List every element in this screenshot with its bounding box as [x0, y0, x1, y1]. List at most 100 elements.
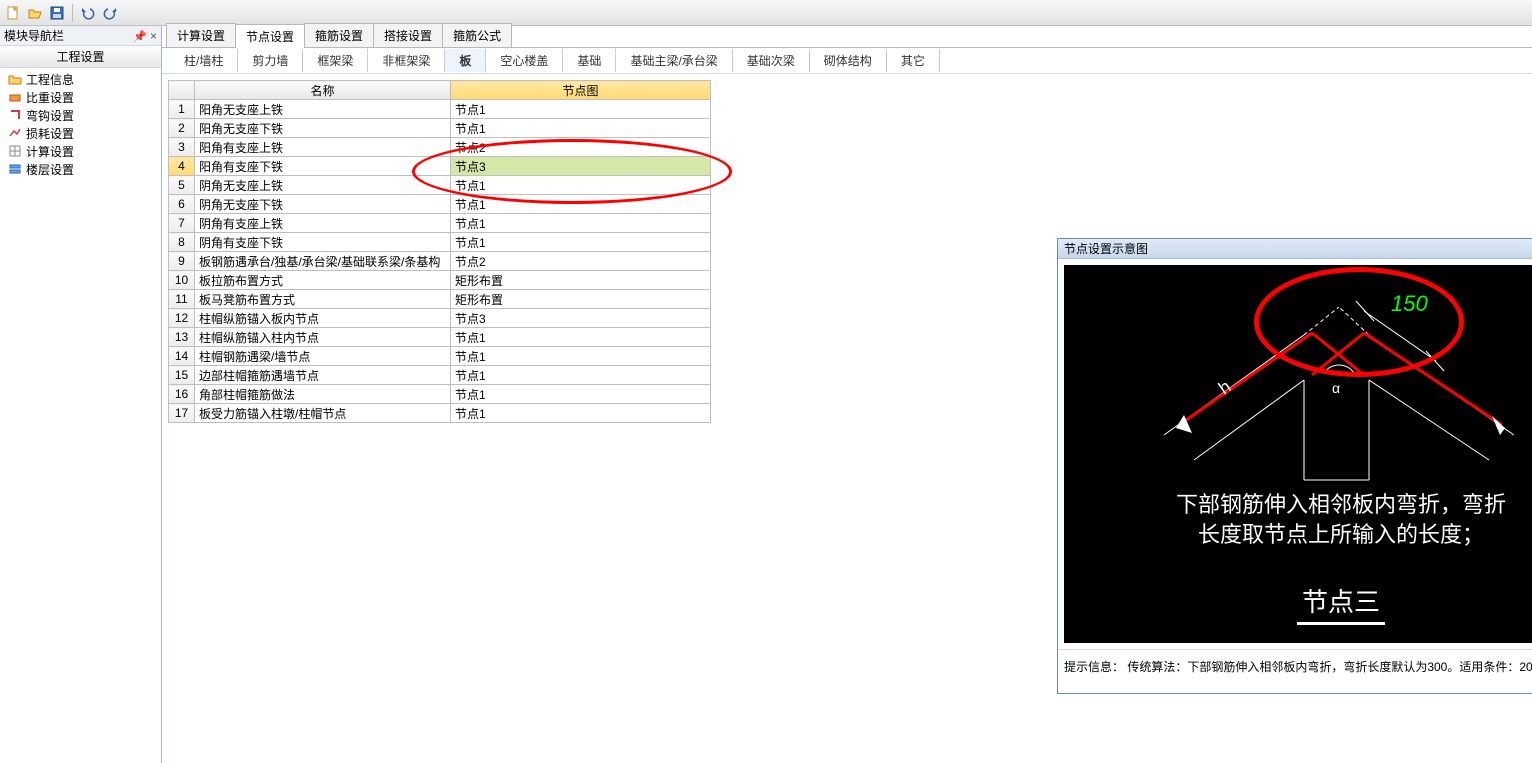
subtab-other[interactable]: 其它	[887, 49, 940, 72]
tree-item-calc-setting[interactable]: 计算设置	[0, 142, 161, 160]
cell-name[interactable]: 阳角有支座下铁	[195, 157, 451, 176]
row-number[interactable]: 4	[169, 157, 195, 176]
row-number[interactable]: 5	[169, 176, 195, 195]
subtab-hollow-slab[interactable]: 空心楼盖	[486, 49, 563, 72]
cell-node[interactable]: 节点1	[451, 385, 711, 404]
redo-icon[interactable]	[101, 4, 119, 22]
save-icon[interactable]	[48, 4, 66, 22]
tab-stirrup-setting[interactable]: 箍筋设置	[304, 23, 374, 47]
table-row[interactable]: 14柱帽钢筋遇梁/墙节点节点1	[169, 347, 711, 366]
close-icon[interactable]: ×	[150, 29, 157, 43]
subtab-slab[interactable]: 板	[445, 49, 486, 72]
table-row[interactable]: 16角部柱帽箍筋做法节点1	[169, 385, 711, 404]
row-number[interactable]: 6	[169, 195, 195, 214]
tab-calc-setting[interactable]: 计算设置	[166, 23, 236, 47]
tree-item-project-info[interactable]: 工程信息	[0, 70, 161, 88]
cell-node[interactable]: 节点2	[451, 138, 711, 157]
cell-node[interactable]: 节点1	[451, 119, 711, 138]
cell-node[interactable]: 节点1	[451, 100, 711, 119]
open-icon[interactable]	[26, 4, 44, 22]
cell-name[interactable]: 板钢筋遇承台/独基/承台梁/基础联系梁/条基构	[195, 252, 451, 271]
subtab-nonframe-beam[interactable]: 非框架梁	[368, 49, 445, 72]
table-row[interactable]: 6阴角无支座下铁节点1	[169, 195, 711, 214]
row-number[interactable]: 1	[169, 100, 195, 119]
row-number[interactable]: 7	[169, 214, 195, 233]
tab-lap-setting[interactable]: 搭接设置	[373, 23, 443, 47]
cell-name[interactable]: 柱帽纵筋锚入板内节点	[195, 309, 451, 328]
cell-name[interactable]: 柱帽钢筋遇梁/墙节点	[195, 347, 451, 366]
table-row[interactable]: 4阳角有支座下铁节点3	[169, 157, 711, 176]
cell-name[interactable]: 阴角有支座上铁	[195, 214, 451, 233]
cell-name[interactable]: 阳角有支座上铁	[195, 138, 451, 157]
cell-node[interactable]: 节点3	[451, 309, 711, 328]
undo-icon[interactable]	[79, 4, 97, 22]
table-row[interactable]: 2阳角无支座下铁节点1	[169, 119, 711, 138]
row-number[interactable]: 15	[169, 366, 195, 385]
row-number[interactable]: 2	[169, 119, 195, 138]
new-icon[interactable]	[4, 4, 22, 22]
table-row[interactable]: 10板拉筋布置方式矩形布置	[169, 271, 711, 290]
tab-node-setting[interactable]: 节点设置	[235, 24, 305, 48]
cell-node[interactable]: 节点1	[451, 233, 711, 252]
cell-name[interactable]: 阴角无支座上铁	[195, 176, 451, 195]
row-number[interactable]: 3	[169, 138, 195, 157]
cell-name[interactable]: 板马凳筋布置方式	[195, 290, 451, 309]
cell-node[interactable]: 节点1	[451, 347, 711, 366]
subtab-shearwall[interactable]: 剪力墙	[238, 49, 303, 72]
cell-name[interactable]: 阳角无支座上铁	[195, 100, 451, 119]
row-number[interactable]: 12	[169, 309, 195, 328]
table-row[interactable]: 8阴角有支座下铁节点1	[169, 233, 711, 252]
cell-name[interactable]: 柱帽纵筋锚入柱内节点	[195, 328, 451, 347]
table-row[interactable]: 15边部柱帽箍筋遇墙节点节点1	[169, 366, 711, 385]
row-number[interactable]: 16	[169, 385, 195, 404]
subtab-foundation-main-beam[interactable]: 基础主梁/承台梁	[616, 49, 732, 72]
cell-node[interactable]: 节点1	[451, 214, 711, 233]
tree-item-weight-setting[interactable]: 比重设置	[0, 88, 161, 106]
cell-node[interactable]: 矩形布置	[451, 271, 711, 290]
subtab-foundation-sec-beam[interactable]: 基础次梁	[733, 49, 810, 72]
tree-item-floor-setting[interactable]: 楼层设置	[0, 160, 161, 178]
cell-node[interactable]: 节点1	[451, 366, 711, 385]
col-header-rownum[interactable]	[169, 81, 195, 100]
table-row[interactable]: 1阳角无支座上铁节点1	[169, 100, 711, 119]
table-row[interactable]: 13柱帽纵筋锚入柱内节点节点1	[169, 328, 711, 347]
row-number[interactable]: 9	[169, 252, 195, 271]
subtab-column[interactable]: 柱/墙柱	[170, 49, 238, 72]
col-header-name[interactable]: 名称	[195, 81, 451, 100]
row-number[interactable]: 17	[169, 404, 195, 423]
pin-icon[interactable]: 📌	[133, 31, 147, 43]
row-number[interactable]: 11	[169, 290, 195, 309]
subtab-frame-beam[interactable]: 框架梁	[303, 49, 368, 72]
tree-item-loss-setting[interactable]: 损耗设置	[0, 124, 161, 142]
cell-node[interactable]: 节点3	[451, 157, 711, 176]
cell-name[interactable]: 角部柱帽箍筋做法	[195, 385, 451, 404]
tab-stirrup-formula[interactable]: 箍筋公式	[442, 23, 512, 47]
cell-name[interactable]: 板拉筋布置方式	[195, 271, 451, 290]
table-row[interactable]: 17板受力筋锚入柱墩/柱帽节点节点1	[169, 404, 711, 423]
cell-node[interactable]: 节点2	[451, 252, 711, 271]
cell-node[interactable]: 节点1	[451, 176, 711, 195]
cell-node[interactable]: 节点1	[451, 404, 711, 423]
table-row[interactable]: 7阴角有支座上铁节点1	[169, 214, 711, 233]
row-number[interactable]: 13	[169, 328, 195, 347]
row-number[interactable]: 10	[169, 271, 195, 290]
table-row[interactable]: 3阳角有支座上铁节点2	[169, 138, 711, 157]
table-row[interactable]: 5阴角无支座上铁节点1	[169, 176, 711, 195]
table-row[interactable]: 9板钢筋遇承台/独基/承台梁/基础联系梁/条基构节点2	[169, 252, 711, 271]
col-header-node[interactable]: 节点图	[451, 81, 711, 100]
cell-name[interactable]: 阴角有支座下铁	[195, 233, 451, 252]
cell-name[interactable]: 板受力筋锚入柱墩/柱帽节点	[195, 404, 451, 423]
subtab-masonry[interactable]: 砌体结构	[810, 49, 887, 72]
tree-item-hook-setting[interactable]: 弯钩设置	[0, 106, 161, 124]
table-row[interactable]: 12柱帽纵筋锚入板内节点节点3	[169, 309, 711, 328]
cell-name[interactable]: 边部柱帽箍筋遇墙节点	[195, 366, 451, 385]
cell-name[interactable]: 阴角无支座下铁	[195, 195, 451, 214]
cell-node[interactable]: 节点1	[451, 328, 711, 347]
table-row[interactable]: 11板马凳筋布置方式矩形布置	[169, 290, 711, 309]
row-number[interactable]: 14	[169, 347, 195, 366]
cell-name[interactable]: 阳角无支座下铁	[195, 119, 451, 138]
subtab-foundation[interactable]: 基础	[563, 49, 616, 72]
cell-node[interactable]: 矩形布置	[451, 290, 711, 309]
cell-node[interactable]: 节点1	[451, 195, 711, 214]
row-number[interactable]: 8	[169, 233, 195, 252]
